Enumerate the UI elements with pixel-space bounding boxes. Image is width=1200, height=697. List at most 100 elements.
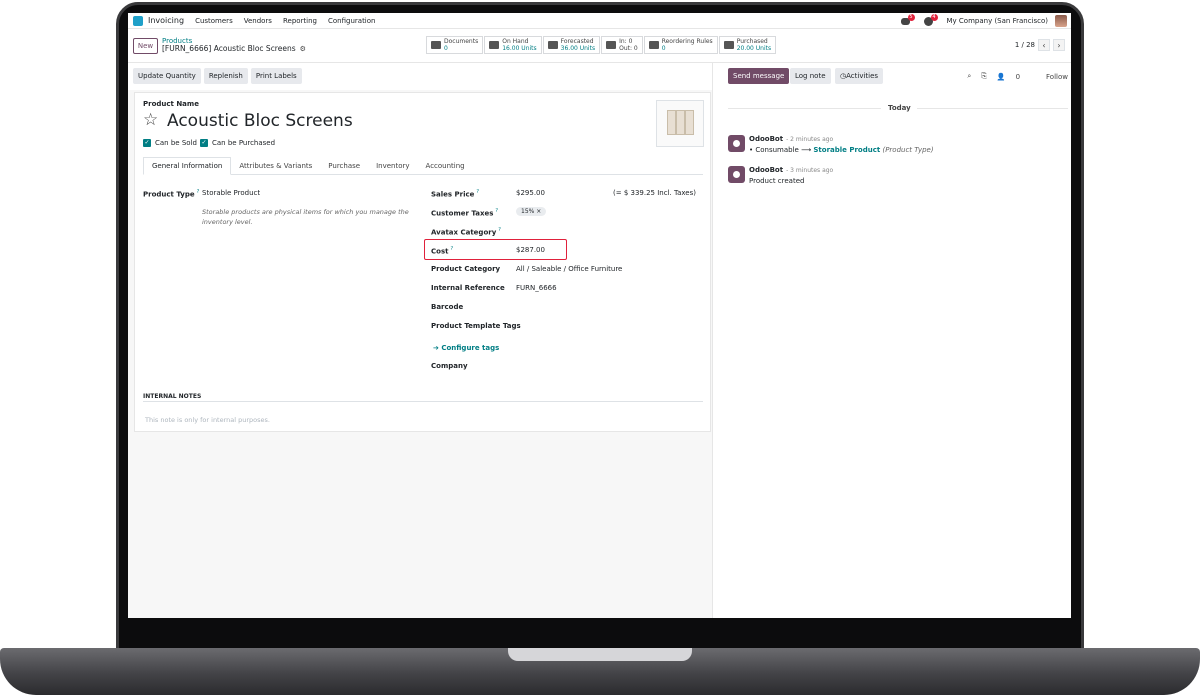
smart-label: Reordering Rules xyxy=(661,37,713,45)
menu-configuration[interactable]: Configuration xyxy=(328,17,375,25)
smart-label: On Hand xyxy=(502,37,529,45)
app-logo-icon[interactable] xyxy=(133,15,143,26)
odoobot-avatar[interactable] xyxy=(728,166,745,183)
company-label: Company xyxy=(431,362,468,370)
can-be-purchased-checkbox[interactable]: ✓ Can be Purchased xyxy=(200,139,275,147)
navbar-right: 5 4 My Company (San Francisco) xyxy=(900,13,1071,29)
avatax-category-label: Avatax Category? xyxy=(431,227,501,236)
message-body: • Consumable ⟶ Storable Product (Product… xyxy=(749,146,934,154)
configure-tags-link[interactable]: ➔ Configure tags xyxy=(433,344,499,352)
reordering-rules-smart-button[interactable]: Reordering Rules 0 xyxy=(643,36,718,54)
chatter-tools: ⌕ ⎘ 👤 0 Follow xyxy=(957,72,1068,81)
tax-tag[interactable]: 15% × xyxy=(516,207,547,216)
author-name[interactable]: OdooBot xyxy=(749,166,783,174)
chevron-left-icon[interactable]: ‹ xyxy=(1038,39,1050,51)
form-tabs: General Information Attributes & Variant… xyxy=(143,157,703,175)
menu-customers[interactable]: Customers xyxy=(195,17,233,25)
check-icon: ✓ xyxy=(143,139,151,147)
smart-label: Forecasted xyxy=(560,37,594,45)
smart-value: 0 xyxy=(444,44,448,52)
credit-card-icon xyxy=(723,41,734,49)
message-author: OdooBot - 3 minutes ago xyxy=(749,166,833,174)
paperclip-icon[interactable]: ⎘ xyxy=(981,72,987,81)
odoobot-avatar[interactable] xyxy=(728,135,745,152)
in-out-smart-button[interactable]: In: 0 Out: 0 xyxy=(601,36,643,54)
tab-inventory[interactable]: Inventory xyxy=(368,157,417,175)
pager-value[interactable]: 1 / 28 xyxy=(1015,41,1035,49)
product-name-field[interactable]: Acoustic Bloc Screens xyxy=(167,111,353,131)
check-icon: ✓ xyxy=(200,139,208,147)
refresh-icon xyxy=(648,41,659,49)
sales-price-field[interactable]: $295.00 xyxy=(516,189,545,197)
messages-badge: 5 xyxy=(907,13,915,21)
form-area: Product Name ☆ Acoustic Bloc Screens ✓ C… xyxy=(128,90,712,618)
user-avatar[interactable] xyxy=(1055,15,1067,27)
activities-clock-icon[interactable]: 4 xyxy=(923,13,938,26)
author-name[interactable]: OdooBot xyxy=(749,135,783,143)
old-value: Consumable xyxy=(755,146,799,154)
send-message-button[interactable]: Send message xyxy=(728,68,790,84)
help-icon[interactable]: ? xyxy=(495,208,498,214)
smart-label: Documents xyxy=(444,37,479,45)
help-icon[interactable]: ? xyxy=(476,189,479,195)
documents-smart-button[interactable]: Documents 0 xyxy=(426,36,484,54)
help-icon[interactable]: ? xyxy=(498,227,501,233)
message-time: - 3 minutes ago xyxy=(786,167,834,174)
activities-badge: 4 xyxy=(930,13,938,21)
smart-value: 36.00 Units xyxy=(560,44,596,52)
cost-label: Cost? xyxy=(431,246,453,255)
smart-value: Out: 0 xyxy=(619,44,638,52)
company-switcher[interactable]: My Company (San Francisco) xyxy=(947,17,1048,25)
barcode-field[interactable] xyxy=(516,303,666,312)
tab-purchase[interactable]: Purchase xyxy=(320,157,368,175)
print-labels-button[interactable]: Print Labels xyxy=(250,68,302,84)
followers-button[interactable]: 👤 0 xyxy=(997,73,1020,81)
internal-notes-label: INTERNAL NOTES xyxy=(143,393,202,400)
cost-field[interactable]: $287.00 xyxy=(516,246,545,254)
new-button[interactable]: New xyxy=(133,38,158,54)
menu-vendors[interactable]: Vendors xyxy=(244,17,272,25)
cubes-icon xyxy=(489,41,500,49)
screen-panel xyxy=(676,110,685,135)
file-icon xyxy=(431,41,441,49)
product-type-select[interactable]: Storable Product xyxy=(202,189,260,197)
purchased-smart-button[interactable]: Purchased 20.00 Units xyxy=(718,36,777,54)
tab-general-information[interactable]: General Information xyxy=(143,157,232,175)
smart-label: Purchased xyxy=(736,37,768,45)
can-be-purchased-label: Can be Purchased xyxy=(212,139,276,147)
barcode-label: Barcode xyxy=(431,303,464,311)
top-navbar: Invoicing Customers Vendors Reporting Co… xyxy=(128,13,1071,29)
message-time: - 2 minutes ago xyxy=(786,136,834,143)
log-note-button[interactable]: Log note xyxy=(790,68,831,84)
app-name[interactable]: Invoicing xyxy=(148,16,184,25)
product-type-label: Product Type? xyxy=(143,189,199,198)
replenish-button[interactable]: Replenish xyxy=(203,68,248,84)
cost-label-text: Cost xyxy=(431,247,449,256)
star-icon[interactable]: ☆ xyxy=(143,112,158,129)
tab-accounting[interactable]: Accounting xyxy=(418,157,473,175)
activities-button[interactable]: ◷ Activities xyxy=(835,68,884,84)
product-type-label-text: Product Type xyxy=(143,190,195,199)
tab-attributes-variants[interactable]: Attributes & Variants xyxy=(231,157,320,175)
internal-notes-field[interactable]: This note is only for internal purposes. xyxy=(145,416,270,424)
message-author: OdooBot - 2 minutes ago xyxy=(749,135,833,143)
chevron-right-icon[interactable]: › xyxy=(1053,39,1065,51)
messages-icon[interactable]: 5 xyxy=(900,13,915,26)
customer-taxes-label-text: Customer Taxes xyxy=(431,209,494,218)
search-icon[interactable]: ⌕ xyxy=(967,72,971,81)
help-icon[interactable]: ? xyxy=(450,246,453,252)
forecasted-smart-button[interactable]: Forecasted 36.00 Units xyxy=(542,36,601,54)
on-hand-smart-button[interactable]: On Hand 16.00 Units xyxy=(484,36,542,54)
chart-icon xyxy=(547,41,558,49)
exchange-icon xyxy=(606,41,617,49)
help-icon[interactable]: ? xyxy=(197,189,200,195)
can-be-sold-checkbox[interactable]: ✓ Can be Sold xyxy=(143,139,197,147)
menu-reporting[interactable]: Reporting xyxy=(283,17,317,25)
product-category-field[interactable]: All / Saleable / Office Furniture xyxy=(516,265,622,273)
update-quantity-button[interactable]: Update Quantity xyxy=(133,68,201,84)
internal-reference-field[interactable]: FURN_6666 xyxy=(516,284,557,292)
follow-button[interactable]: Follow xyxy=(1046,73,1068,81)
gear-icon[interactable]: ⚙ xyxy=(300,45,306,53)
customer-taxes-label: Customer Taxes? xyxy=(431,208,498,217)
product-image[interactable] xyxy=(656,100,704,147)
